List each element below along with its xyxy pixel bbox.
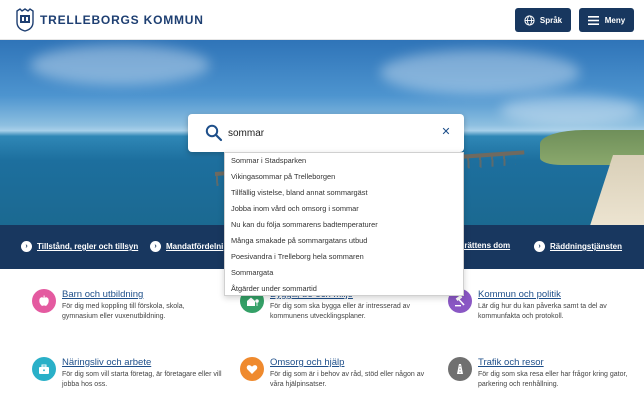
category-title[interactable]: Omsorg och hjälp bbox=[270, 357, 344, 368]
language-label: Språk bbox=[539, 15, 563, 25]
category-description: För dig som ska bygga eller är intresser… bbox=[270, 303, 411, 320]
globe-icon bbox=[524, 14, 535, 26]
search-suggestions: Sommar i Stadsparken Vikingasommar på Tr… bbox=[224, 152, 464, 296]
arrow-right-icon: › bbox=[150, 241, 161, 252]
apple-icon bbox=[32, 289, 56, 313]
briefcase-icon bbox=[32, 357, 56, 381]
quick-link-label: Tillstånd, regler och tillsyn bbox=[37, 242, 139, 251]
category-title[interactable]: Kommun och politik bbox=[478, 289, 561, 300]
suggestion-item[interactable]: Många smakade på sommargatans utbud bbox=[225, 233, 463, 249]
hamburger-icon bbox=[587, 15, 599, 25]
arrow-right-icon: › bbox=[534, 241, 545, 252]
category-description: För dig som ska resa eller har frågor kr… bbox=[478, 371, 628, 388]
suggestion-item[interactable]: Tillfällig vistelse, bland annat sommarg… bbox=[225, 185, 463, 201]
quick-link-mandat[interactable]: › Mandatfördelni bbox=[150, 241, 223, 252]
cloud-shape bbox=[500, 95, 640, 125]
cloud-shape bbox=[30, 45, 210, 85]
quick-link-raddningstjansten[interactable]: › Räddningstjänsten bbox=[534, 241, 622, 252]
category-title[interactable]: Näringsliv och arbete bbox=[62, 357, 151, 368]
suggestion-item[interactable]: Sommargata bbox=[225, 265, 463, 281]
suggestion-item[interactable]: Sommar i Stadsparken bbox=[225, 153, 463, 169]
road-icon bbox=[448, 357, 472, 381]
category-description: För dig med koppling till förskola, skol… bbox=[62, 303, 185, 320]
logo-text: TRELLEBORGS KOMMUN bbox=[40, 13, 204, 27]
quick-link-tillstand[interactable]: › Tillstånd, regler och tillsyn bbox=[21, 241, 138, 252]
site-logo[interactable]: TRELLEBORGS KOMMUN bbox=[16, 8, 204, 32]
suggestion-item[interactable]: Jobba inom vård och omsorg i sommar bbox=[225, 201, 463, 217]
menu-label: Meny bbox=[604, 15, 626, 25]
suggestion-item[interactable]: Poesivandra i Trelleborg hela sommaren bbox=[225, 249, 463, 265]
arrow-right-icon: › bbox=[21, 241, 32, 252]
clear-search-icon[interactable]: ✕ bbox=[440, 125, 452, 139]
suggestion-item[interactable]: Åtgärder under sommartid bbox=[225, 281, 463, 297]
category-description: För dig som är i behov av råd, stöd elle… bbox=[270, 371, 425, 388]
suggestion-item[interactable]: Vikingasommar på Trelleborgen bbox=[225, 169, 463, 185]
category-title[interactable]: Trafik och resor bbox=[478, 357, 544, 368]
category-title[interactable]: Barn och utbildning bbox=[62, 289, 143, 300]
beach-sand bbox=[587, 155, 644, 225]
search-icon[interactable] bbox=[205, 124, 223, 142]
quick-link-label: Mandatfördelni bbox=[166, 242, 224, 251]
menu-button[interactable]: Meny bbox=[579, 8, 634, 32]
search-box bbox=[188, 114, 464, 152]
language-button[interactable]: Språk bbox=[515, 8, 571, 32]
category-description: Lär dig hur du kan påverka samt ta del a… bbox=[478, 303, 607, 320]
quick-link-label: Räddningstjänsten bbox=[550, 242, 623, 251]
search-input[interactable] bbox=[228, 123, 428, 143]
suggestion-item[interactable]: Nu kan du följa sommarens badtemperature… bbox=[225, 217, 463, 233]
site-header: TRELLEBORGS KOMMUN Språk Meny bbox=[0, 0, 644, 40]
heart-icon bbox=[240, 357, 264, 381]
cloud-shape bbox=[380, 50, 580, 95]
coat-of-arms-icon bbox=[16, 8, 34, 32]
category-description: För dig som vill starta företag, är före… bbox=[62, 371, 222, 388]
